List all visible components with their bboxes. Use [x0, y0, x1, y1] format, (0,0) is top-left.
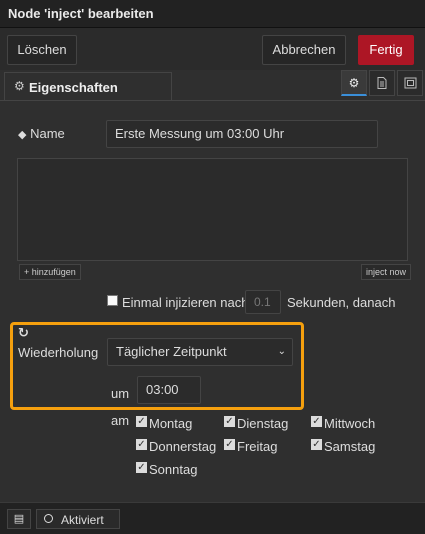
repeat-label: Wiederholung [18, 345, 99, 360]
day-checkbox-friday[interactable]: ✓ [224, 439, 235, 450]
book-icon: ▤ [13, 513, 25, 525]
footer: ▤ Aktiviert [0, 502, 425, 534]
enabled-toggle[interactable]: Aktiviert [36, 509, 120, 529]
add-property-button[interactable]: + hinzufügen [19, 264, 81, 280]
time-input[interactable]: 03:00 [137, 376, 201, 404]
gear-icon: ⚙ [348, 76, 360, 90]
toolbar: Löschen Abbrechen Fertig [0, 28, 425, 70]
cancel-button[interactable]: Abbrechen [262, 35, 346, 65]
day-checkbox-tuesday[interactable]: ✓ [224, 416, 235, 427]
time-at-label: um [111, 386, 130, 401]
window-titlebar: Node 'inject' bearbeiten [0, 0, 425, 28]
days-label: am [111, 413, 130, 428]
day-checkbox-thursday[interactable]: ✓ [136, 439, 147, 450]
day-label-thursday: Donnerstag [149, 439, 217, 454]
document-icon [377, 77, 387, 89]
tag-icon: ◆ [18, 129, 27, 141]
tab-properties-label: Eigenschaften [29, 80, 118, 95]
inject-now-button[interactable]: inject now [361, 264, 412, 280]
name-field[interactable]: Erste Messung um 03:00 Uhr [106, 120, 378, 148]
day-checkbox-saturday[interactable]: ✓ [311, 439, 322, 450]
tab-appearance[interactable] [397, 70, 423, 96]
day-checkbox-sunday[interactable]: ✓ [136, 462, 147, 473]
circle-icon [44, 514, 53, 523]
window-title: Node 'inject' bearbeiten [8, 6, 154, 21]
repeat-select-value: Täglicher Zeitpunkt [116, 344, 227, 359]
day-label-wednesday: Mittwoch [324, 416, 376, 431]
delete-button[interactable]: Löschen [7, 35, 77, 65]
tab-description[interactable] [369, 70, 395, 96]
tab-properties[interactable]: ⚙ Eigenschaften [4, 72, 172, 100]
done-button[interactable]: Fertig [358, 35, 414, 65]
tab-bar: ⚙ Eigenschaften ⚙ [0, 70, 425, 101]
chevron-down-icon: ⌄ [277, 346, 286, 357]
inject-once-suffix: Sekunden, danach [287, 295, 396, 310]
name-row-label: ◆ Name [18, 126, 65, 141]
gear-icon: ⚙ [14, 79, 25, 93]
book-button[interactable]: ▤ [7, 509, 31, 529]
property-list[interactable] [17, 158, 408, 261]
day-checkbox-wednesday[interactable]: ✓ [311, 416, 322, 427]
inject-once-delay-input[interactable]: 0.1 [245, 290, 281, 314]
day-checkbox-monday[interactable]: ✓ [136, 416, 147, 427]
repeat-select[interactable]: Täglicher Zeitpunkt ⌄ [107, 338, 293, 366]
name-label: Name [30, 126, 65, 141]
day-label-friday: Freitag [237, 439, 278, 454]
inject-once-checkbox[interactable] [107, 295, 118, 306]
refresh-icon: ↻ [18, 325, 29, 340]
day-label-saturday: Samstag [324, 439, 376, 454]
tab-settings[interactable]: ⚙ [341, 70, 367, 96]
inject-once-label: Einmal injizieren nach [122, 295, 249, 310]
appearance-icon [404, 77, 416, 89]
enabled-label: Aktiviert [61, 513, 104, 527]
day-label-monday: Montag [149, 416, 193, 431]
day-label-sunday: Sonntag [149, 462, 198, 477]
day-label-tuesday: Dienstag [237, 416, 289, 431]
